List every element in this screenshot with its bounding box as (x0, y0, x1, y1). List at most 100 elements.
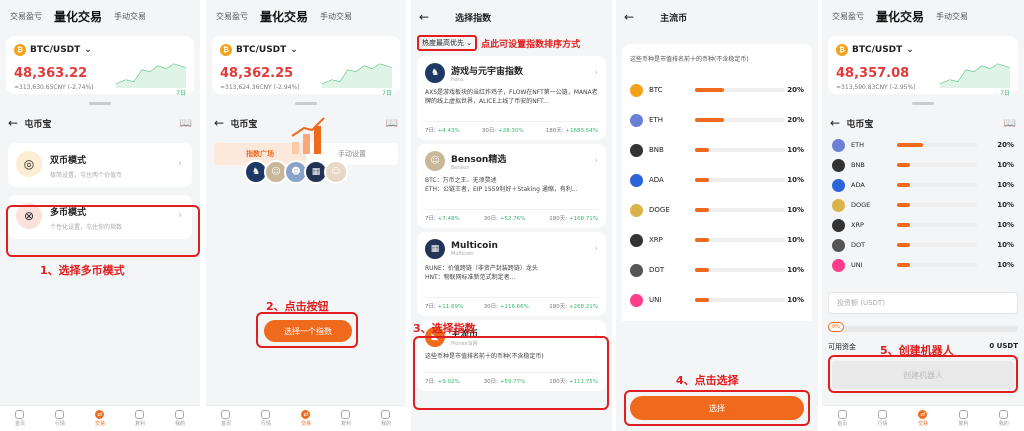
nav-compound[interactable]: 复利 (341, 410, 351, 427)
sort-selector[interactable]: 热度最高优先 ⌄ (417, 35, 478, 51)
nav-trade[interactable]: ⇄ 交易 (95, 410, 105, 427)
index-description: 这些币种是市值排名前十的币种(不含稳定币) (622, 44, 812, 73)
nav-market[interactable]: 行情 (261, 410, 271, 427)
tab-pnl[interactable]: 交易盈亏 (216, 11, 248, 22)
amount-slider[interactable]: 0% (828, 322, 1018, 332)
sheet-header: ← 屯币宝 📖 (0, 111, 200, 135)
back-arrow-icon[interactable]: ← (830, 116, 840, 130)
weight-bar (897, 163, 977, 167)
coin-row: DOT 10% (630, 255, 804, 285)
tab-pnl[interactable]: 交易盈亏 (10, 11, 42, 22)
nav-label: 交易 (94, 421, 105, 427)
nav-market[interactable]: 行情 (55, 410, 65, 427)
weight-bar-fill (695, 298, 710, 302)
nav-trade[interactable]: ⇄ 交易 (918, 410, 928, 427)
weight-bar-fill (897, 143, 923, 147)
nav-home[interactable]: 首页 (837, 410, 847, 427)
coin-weight: 20% (787, 116, 804, 124)
slider-label: 0% (828, 322, 844, 332)
pair-selector[interactable]: ₿ BTC/USDT ⌄ (220, 44, 298, 56)
weight-bar (897, 243, 977, 247)
investment-input[interactable]: 投资额 (USDT) (828, 292, 1018, 314)
weight-bar-fill (897, 223, 910, 227)
dual-coin-mode-card[interactable]: ◎ 双币模式 极简设置，屯住两个价值币 › (8, 143, 192, 187)
index-author: Benson (451, 164, 470, 171)
nav-profile[interactable]: 我的 (175, 410, 185, 427)
coin-row: BNB 10% (630, 135, 804, 165)
coin-icon (832, 178, 845, 192)
tab-quant[interactable]: 量化交易 (260, 8, 308, 25)
book-icon[interactable]: 📖 (386, 118, 398, 129)
coin-row: BTC 20% (630, 75, 804, 105)
weight-bar (695, 298, 785, 302)
coin-icon (630, 203, 643, 217)
index-card[interactable]: ♞ 游戏与元宇宙指数 Hans AXS是游戏板块的当红炸鸡子，FLOW在NFT第一公… (417, 56, 606, 140)
stat-label: 30日: (481, 128, 498, 134)
nav-bar: ← 选择指数 (411, 0, 612, 34)
index-stats: 7日: +11.69% 30日: +116.66% 180天: +268.21% (425, 297, 598, 310)
coin-icon (630, 83, 643, 97)
price: 48,357.08 (836, 66, 910, 81)
back-arrow-icon[interactable]: ← (419, 10, 429, 24)
user-icon (381, 410, 391, 419)
tab-quant[interactable]: 量化交易 (54, 8, 102, 25)
nav-bar: ← 主流币 (616, 0, 818, 34)
index-avatar: ▦ (425, 239, 445, 259)
back-arrow-icon[interactable]: ← (8, 116, 18, 130)
sheet-handle[interactable] (912, 102, 934, 105)
trade-icon: ⇄ (301, 410, 311, 419)
nav-compound[interactable]: 复利 (958, 410, 968, 427)
price-card[interactable]: ₿ BTC/USDT ⌄ 48,363.22 ≈313,630.65CNY (-2.… (6, 36, 194, 97)
coin-symbol: ETH (851, 141, 864, 149)
coin-row: ADA 10% (630, 165, 804, 195)
user-icon (175, 410, 185, 419)
nav-label: 首页 (220, 421, 231, 427)
nav-profile[interactable]: 我的 (999, 410, 1009, 427)
nav-profile[interactable]: 我的 (381, 410, 391, 427)
sheet-handle[interactable] (89, 102, 111, 105)
weight-bar-fill (695, 118, 724, 122)
tab-manual[interactable]: 手动交易 (936, 11, 968, 22)
tab-manual[interactable]: 手动交易 (320, 11, 352, 22)
index-card[interactable]: ▦ Multicoin Multicoin RUNE：价值跨链（非资产封装跨链）龙头… (417, 232, 606, 316)
weight-bar-fill (897, 263, 910, 267)
top-tabs: 交易盈亏 量化交易 手动交易 (206, 0, 406, 32)
nav-compound[interactable]: 复利 (135, 410, 145, 427)
dual-coin-icon: ◎ (16, 151, 42, 177)
chevron-down-icon: ⌄ (84, 45, 92, 55)
back-arrow-icon[interactable]: ← (214, 116, 224, 130)
coin-icon (630, 113, 643, 127)
weight-bar-fill (695, 178, 710, 182)
book-icon[interactable]: 📖 (1004, 118, 1016, 129)
nav-label: 交易 (300, 421, 311, 427)
index-card[interactable]: ☺ Benson精选 Benson BTC：万币之王、无须赘述 ETH：公链王者，E… (417, 144, 606, 228)
sheet-handle[interactable] (295, 102, 317, 105)
mode-title: 双币模式 (50, 156, 87, 166)
pair-selector[interactable]: ₿ BTC/USDT ⌄ (836, 44, 914, 56)
nav-label: 我的 (380, 421, 391, 427)
pair-selector[interactable]: ₿ BTC/USDT ⌄ (14, 44, 92, 56)
stat-label: 7日: (425, 304, 438, 310)
coin-weight: 10% (787, 146, 804, 154)
back-arrow-icon[interactable]: ← (624, 10, 634, 24)
coin-list: ETH 20% BNB 10% ADA 10% DOGE 10% XRP 10% DOT 10% UNI… (822, 135, 1024, 275)
tab-quant[interactable]: 量化交易 (876, 8, 924, 25)
weight-bar (695, 208, 785, 212)
nav-home[interactable]: 首页 (221, 410, 231, 427)
nav-market[interactable]: 行情 (878, 410, 888, 427)
highlight-box (413, 336, 609, 410)
chart-icon (878, 410, 888, 419)
coin-row: UNI 10% (822, 255, 1024, 275)
coin-weight: 10% (997, 181, 1014, 189)
weight-bar-fill (695, 208, 710, 212)
tab-pnl[interactable]: 交易盈亏 (832, 11, 864, 22)
book-icon[interactable]: 📖 (180, 118, 192, 129)
screen-1: 交易盈亏 量化交易 手动交易 ₿ BTC/USDT ⌄ 48,363.22 ≈313… (0, 0, 200, 431)
nav-trade[interactable]: ⇄ 交易 (301, 410, 311, 427)
coin-weight: 10% (787, 176, 804, 184)
price-card[interactable]: ₿ BTC/USDT ⌄ 48,357.08 ≈313,590.83CNY (-2.… (828, 36, 1018, 97)
nav-home[interactable]: 首页 (15, 410, 25, 427)
coin-symbol: XRP (649, 236, 663, 244)
tab-manual[interactable]: 手动交易 (114, 11, 146, 22)
price-card[interactable]: ₿ BTC/USDT ⌄ 48,362.25 ≈313,624.36CNY (-2.… (212, 36, 400, 97)
